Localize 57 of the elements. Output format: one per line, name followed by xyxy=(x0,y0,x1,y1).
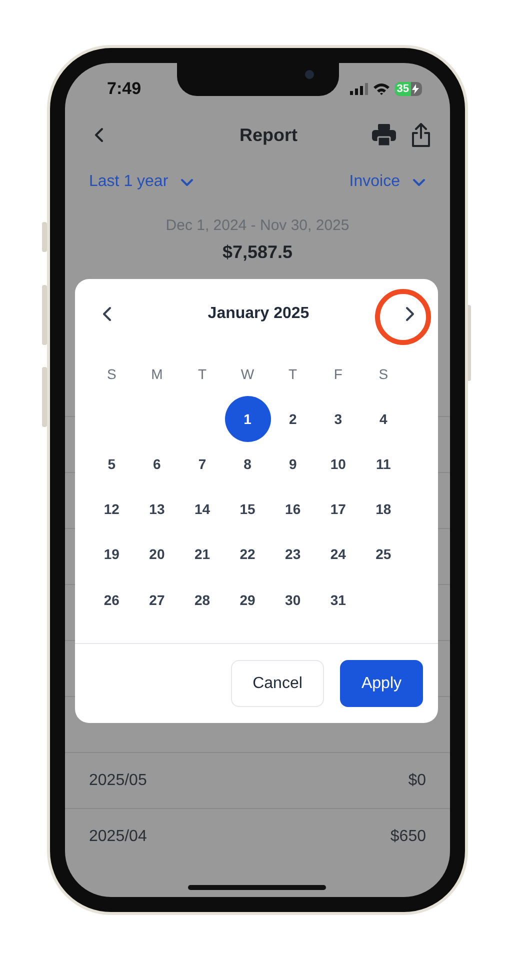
month-title: January 2025 xyxy=(208,305,310,323)
calendar-day[interactable]: 16 xyxy=(270,486,316,532)
apply-button[interactable]: Apply xyxy=(340,660,423,707)
calendar-day[interactable]: 6 xyxy=(134,440,180,487)
total-amount: $7,587.5 xyxy=(221,242,294,263)
wifi-icon xyxy=(372,83,390,95)
weekday-label: T xyxy=(288,366,298,382)
weekday-label: F xyxy=(334,366,342,382)
printer-icon[interactable] xyxy=(372,124,396,146)
calendar-day[interactable]: 10 xyxy=(315,440,362,487)
calendar-day[interactable]: 23 xyxy=(270,531,316,578)
camera-dot xyxy=(305,70,314,79)
calendar-day[interactable]: 17 xyxy=(315,486,362,532)
screen-title: Report xyxy=(240,124,298,146)
calendar-day[interactable]: 18 xyxy=(360,486,406,532)
calendar-day[interactable]: 31 xyxy=(315,576,362,623)
calendar-day[interactable]: 2 xyxy=(270,396,316,442)
calendar-day[interactable]: 26 xyxy=(88,576,135,623)
signal-icon xyxy=(350,83,368,95)
weekday-label: S xyxy=(106,366,116,382)
share-icon[interactable] xyxy=(410,123,432,147)
row-month: 2025/04 xyxy=(89,828,147,846)
calendar-day[interactable]: 1 xyxy=(224,396,271,442)
calendar-day[interactable]: 22 xyxy=(224,531,271,578)
row-month: 2025/05 xyxy=(89,772,147,790)
cancel-button[interactable]: Cancel xyxy=(231,660,324,707)
calendar-day[interactable]: 30 xyxy=(270,576,316,623)
battery-icon: 35 xyxy=(394,82,422,96)
weekday-label: T xyxy=(198,366,207,382)
chevron-right-icon xyxy=(403,305,417,323)
calendar-day[interactable]: 29 xyxy=(224,576,271,623)
calendar-day[interactable]: 15 xyxy=(224,486,271,532)
calendar-day[interactable]: 11 xyxy=(360,440,406,487)
calendar-day[interactable]: 19 xyxy=(88,531,135,578)
status-time: 7:49 xyxy=(107,79,142,99)
calendar-day[interactable]: 20 xyxy=(134,531,180,578)
calendar-day[interactable]: 25 xyxy=(360,531,406,578)
calendar-day[interactable]: 3 xyxy=(315,396,362,442)
calendar-day[interactable]: 13 xyxy=(134,486,180,532)
row-amount: $0 xyxy=(408,772,426,790)
calendar-day[interactable]: 7 xyxy=(179,440,226,487)
calendar-day[interactable]: 9 xyxy=(270,440,316,487)
chevron-left-icon xyxy=(100,305,114,323)
weekday-label: M xyxy=(151,366,163,382)
calendar-day[interactable]: 12 xyxy=(88,486,135,532)
calendar-day[interactable]: 4 xyxy=(360,396,406,442)
back-icon xyxy=(92,126,106,144)
calendar-day[interactable]: 24 xyxy=(315,531,362,578)
calendar-day[interactable]: 14 xyxy=(179,486,226,532)
calendar-day[interactable]: 5 xyxy=(88,440,135,487)
calendar-day[interactable]: 21 xyxy=(179,531,226,578)
row-amount: $650 xyxy=(390,828,426,846)
weekday-label: W xyxy=(240,366,254,382)
weekday-label: S xyxy=(378,366,388,382)
calendar-day[interactable]: 28 xyxy=(179,576,226,623)
calendar-day[interactable]: 27 xyxy=(134,576,180,623)
calendar-day[interactable]: 8 xyxy=(224,440,271,487)
